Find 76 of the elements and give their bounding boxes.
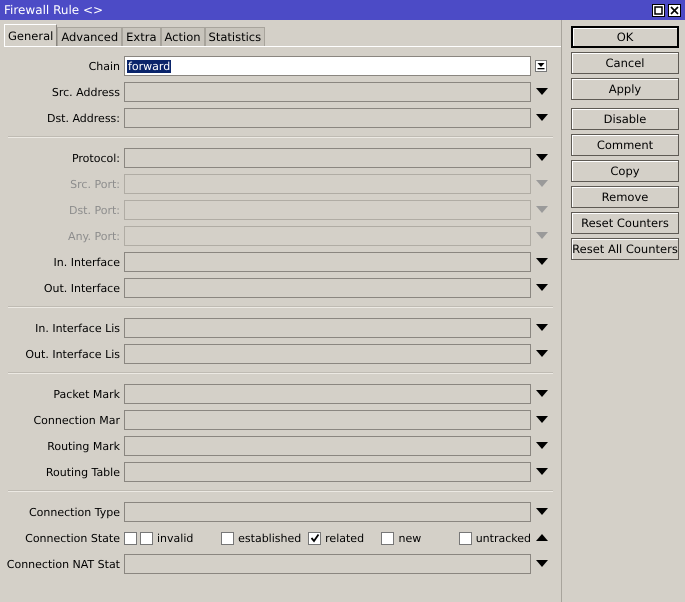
dialog-button[interactable]: Apply [571, 78, 679, 100]
field-label: Connection State [24, 532, 121, 544]
dialog-button[interactable]: Remove [571, 186, 679, 208]
field-label: Out. Interface Lis [24, 348, 121, 360]
dialog-button[interactable]: Copy [571, 160, 679, 182]
dropdown-icon[interactable] [536, 88, 548, 96]
checkbox[interactable] [381, 532, 394, 544]
field-label: Routing Table [44, 466, 121, 478]
field-label: Dst. Port: [68, 204, 121, 216]
field-label: Protocol: [70, 152, 121, 164]
dialog-button[interactable]: Comment [571, 134, 679, 156]
dropdown-icon[interactable] [536, 258, 548, 266]
input-field[interactable] [124, 344, 531, 364]
dropdown-icon[interactable] [536, 508, 548, 516]
dropdown-icon[interactable] [535, 60, 547, 72]
field-label: Out. Interface [42, 282, 121, 294]
input-field[interactable] [124, 554, 531, 574]
dropdown-icon[interactable] [536, 390, 548, 398]
field-label: Connection NAT Stat [6, 558, 121, 570]
checkbox-label: untracked [476, 532, 531, 544]
input-field[interactable] [124, 252, 531, 272]
chain-field[interactable]: forward [124, 56, 531, 76]
tab[interactable]: Extra [122, 27, 160, 46]
field-label: Connection Mar [32, 414, 121, 426]
input-field[interactable] [124, 410, 531, 430]
dialog-button[interactable]: Cancel [571, 52, 679, 74]
input-field[interactable] [124, 318, 531, 338]
checkbox[interactable] [140, 532, 153, 544]
dropdown-icon[interactable] [536, 416, 548, 424]
dropdown-icon[interactable] [536, 468, 548, 476]
dropdown-icon[interactable] [536, 154, 548, 162]
field-label: Src. Address [50, 86, 121, 98]
field-label: In. Interface Lis [34, 322, 121, 334]
field-label: Dst. Address: [46, 112, 121, 124]
checkbox-label: established [238, 532, 302, 544]
checkbox[interactable] [221, 532, 234, 544]
dialog-button[interactable]: Reset All Counters [571, 238, 679, 260]
input-field[interactable] [124, 384, 531, 404]
dropdown-icon[interactable] [536, 324, 548, 332]
tab[interactable]: Action [160, 27, 205, 46]
dropdown-icon[interactable] [536, 114, 548, 122]
checkbox-label: related [325, 532, 364, 544]
input-field[interactable] [124, 82, 531, 102]
checkbox-label: invalid [157, 532, 194, 544]
dropdown-icon[interactable] [536, 560, 548, 568]
input-field[interactable] [124, 108, 531, 128]
dialog-button[interactable]: Disable [571, 108, 679, 130]
input-field[interactable] [124, 436, 531, 456]
dropdown-icon[interactable] [536, 442, 548, 450]
window-title: Firewall Rule <> [4, 3, 104, 17]
field-label: Any. Port: [67, 230, 121, 242]
input-field[interactable] [124, 462, 531, 482]
input-field[interactable] [124, 502, 531, 522]
field-label: Routing Mark [46, 440, 121, 452]
tab[interactable]: Statistics [204, 27, 266, 46]
field-label: Chain [88, 60, 121, 72]
checkbox[interactable] [308, 532, 322, 544]
input-field[interactable] [124, 278, 531, 298]
field-label: Connection Type [28, 506, 121, 518]
tab[interactable]: Advanced [57, 27, 122, 46]
dropdown-icon[interactable] [536, 350, 548, 358]
dropdown-icon[interactable] [536, 284, 548, 292]
dialog-button[interactable]: Reset Counters [571, 212, 679, 234]
input-field[interactable] [124, 148, 531, 168]
field-label: In. Interface [52, 256, 121, 268]
checkbox-label: new [398, 532, 422, 544]
checkbox[interactable] [458, 532, 472, 544]
field-label: Packet Mark [52, 388, 121, 400]
tab[interactable]: General [4, 24, 58, 46]
field-label: Src. Port: [69, 178, 121, 190]
field-value: forward [127, 60, 172, 72]
dialog-button[interactable]: OK [571, 26, 679, 48]
collapse-icon[interactable] [536, 534, 548, 542]
checkbox[interactable] [124, 532, 137, 544]
close-icon[interactable] [668, 4, 681, 16]
maximize-icon[interactable] [652, 4, 665, 16]
